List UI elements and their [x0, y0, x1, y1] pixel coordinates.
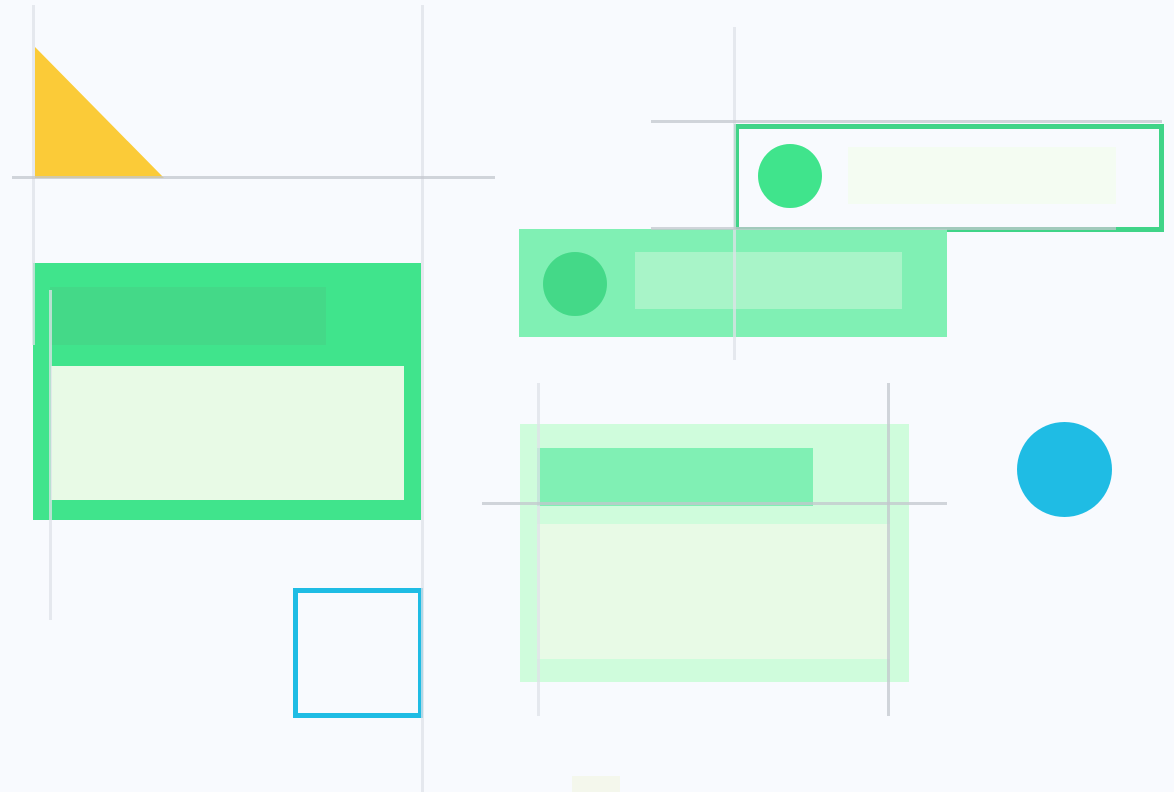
guide-line-vertical [421, 5, 424, 792]
card-title-bar [50, 287, 326, 345]
avatar-circle [543, 252, 607, 316]
guide-line-vertical [32, 5, 35, 345]
guide-line-horizontal [651, 120, 1162, 123]
guide-line-vertical [733, 27, 736, 360]
card-title-bar [537, 448, 813, 506]
item-text-bar [848, 147, 1116, 204]
blue-outlined-square [293, 588, 423, 718]
guide-line-horizontal [482, 502, 947, 505]
faint-mark [572, 776, 620, 792]
guide-line-horizontal [651, 227, 1116, 230]
wireframe-canvas [0, 0, 1174, 792]
guide-line-vertical [49, 290, 52, 620]
card-body-panel [537, 524, 890, 659]
item-text-bar [635, 252, 902, 309]
guide-line-vertical [887, 383, 890, 716]
guide-line-horizontal [12, 176, 495, 179]
triangle-shape [35, 47, 164, 178]
blue-circle [1017, 422, 1112, 517]
guide-line-vertical [537, 383, 540, 716]
outlined-list-item [734, 124, 1164, 232]
avatar-circle [758, 144, 822, 208]
yellow-triangle [35, 47, 164, 178]
card-body-panel [51, 366, 404, 500]
green-card [33, 263, 421, 520]
pale-green-card [520, 424, 909, 682]
